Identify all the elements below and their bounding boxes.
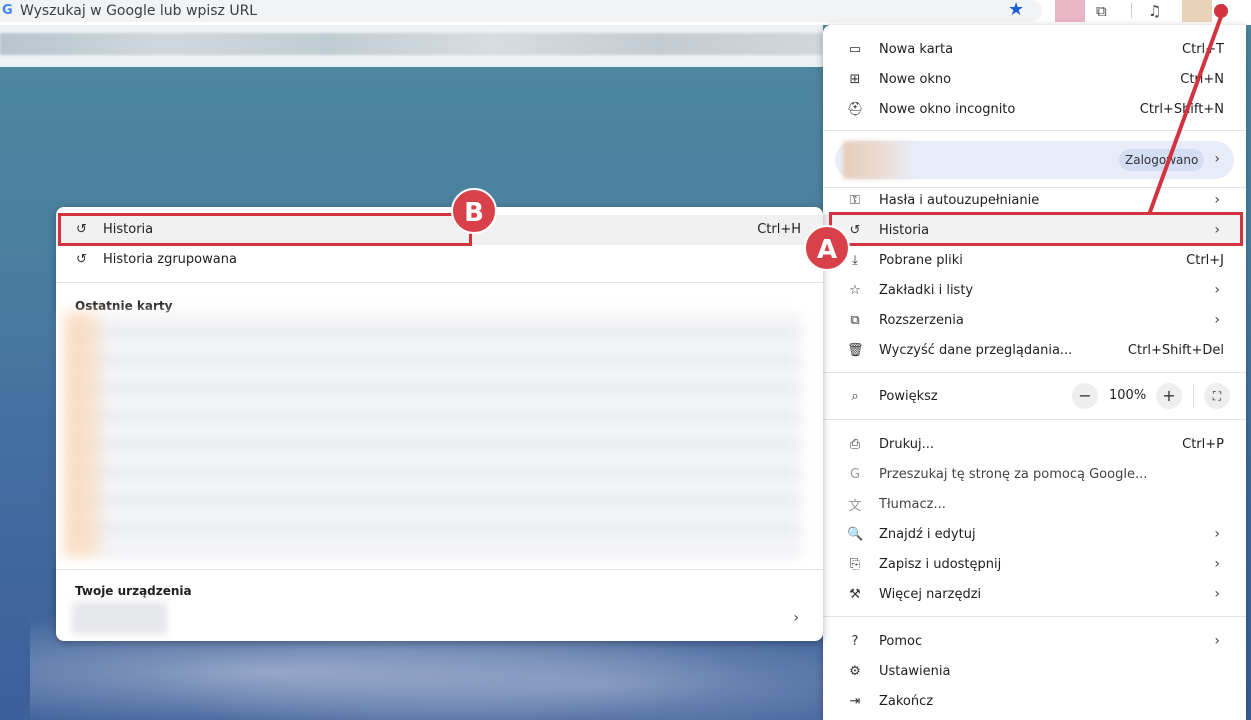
annotation-badge-b: B [451, 188, 497, 234]
annotation-box-b [58, 213, 472, 246]
annotation-badge-a: A [804, 225, 850, 271]
annotation-arrow [1148, 4, 1228, 214]
annotation-box-a [829, 212, 1243, 246]
